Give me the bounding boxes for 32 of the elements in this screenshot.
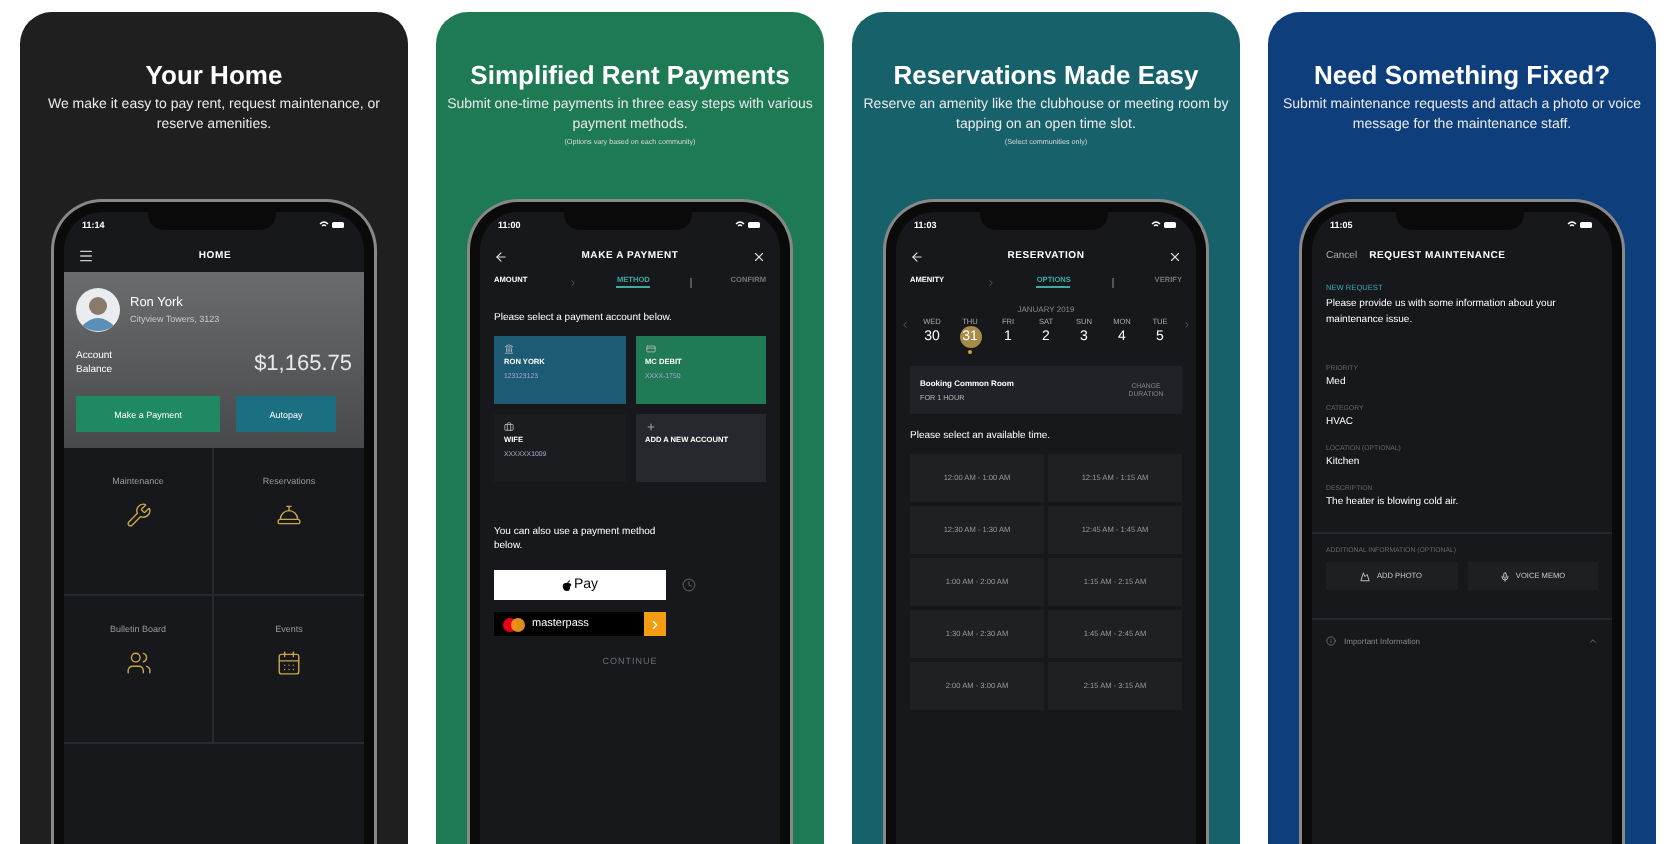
apple-icon xyxy=(561,579,572,591)
close-icon[interactable] xyxy=(752,249,766,263)
promo-title: Your Home xyxy=(145,60,283,90)
wifi-battery-icon xyxy=(1149,220,1178,230)
plus-icon xyxy=(645,422,655,432)
close-icon[interactable] xyxy=(1168,249,1182,263)
chevron-icon xyxy=(985,277,996,287)
wrench-icon xyxy=(125,502,151,528)
briefcase-icon xyxy=(504,422,514,432)
chevron-icon xyxy=(648,617,662,631)
back-icon[interactable] xyxy=(910,249,924,263)
clock-icon xyxy=(682,578,696,592)
back-icon[interactable] xyxy=(494,249,508,263)
mountain-icon xyxy=(1360,571,1371,581)
wifi-battery-icon xyxy=(1565,220,1594,230)
people-icon xyxy=(125,650,151,676)
calendar-icon xyxy=(276,650,302,676)
bell-icon xyxy=(276,502,302,528)
info-icon xyxy=(1326,636,1336,646)
avatar xyxy=(76,288,120,332)
mastercard-icon xyxy=(502,617,526,631)
card-icon xyxy=(645,344,655,354)
promo-title: Need Something Fixed? xyxy=(1313,60,1611,90)
chevron-icon xyxy=(567,277,578,287)
bank-icon xyxy=(504,344,514,354)
wifi-battery-icon xyxy=(317,220,346,230)
promo-title: Simplified Rent Payments xyxy=(470,60,790,90)
wifi-battery-icon xyxy=(733,220,762,230)
microphone-icon xyxy=(1499,571,1510,581)
menu-icon[interactable] xyxy=(78,248,94,264)
balance-amount: $1,165.75 xyxy=(254,352,352,376)
promo-title: Reservations Made Easy xyxy=(893,60,1199,90)
